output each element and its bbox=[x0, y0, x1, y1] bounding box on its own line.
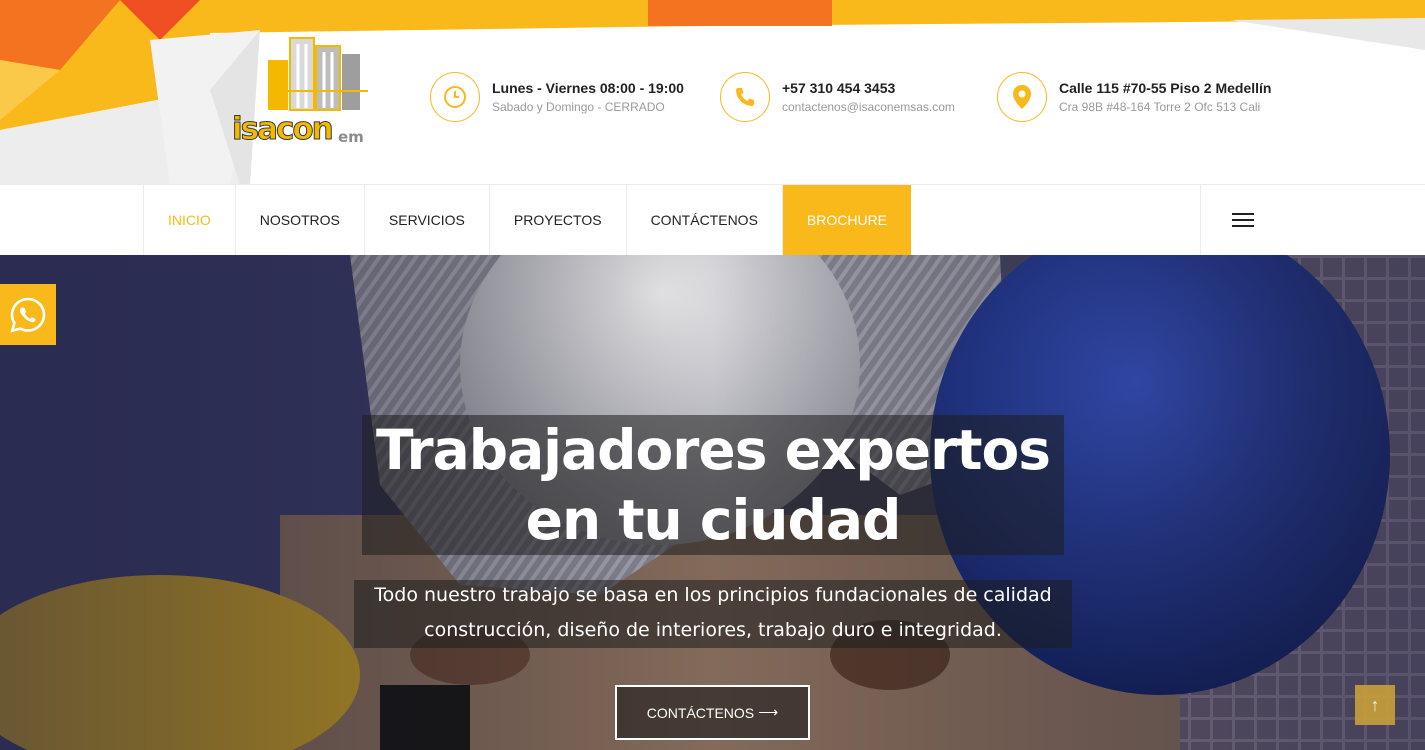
nav-item-contactenos[interactable]: CONTÁCTENOS bbox=[627, 185, 783, 255]
site-header: isacon em Lunes - Viernes 08:00 - 19:00 … bbox=[0, 0, 1425, 185]
nav-item-brochure[interactable]: BROCHURE bbox=[782, 185, 912, 255]
hours-subtitle: Sabado y Domingo - CERRADO bbox=[492, 99, 665, 114]
phone-icon bbox=[720, 72, 770, 122]
logo-suffix: em bbox=[338, 128, 364, 146]
info-address: Calle 115 #70-55 Piso 2 Medellín Cra 98B… bbox=[997, 72, 1271, 122]
map-pin-icon bbox=[997, 72, 1047, 122]
hero-subtitle-line-2: construcción, diseño de interiores, trab… bbox=[424, 619, 1002, 641]
hero-title-line-2: en tu ciudad bbox=[525, 488, 902, 552]
phone-number[interactable]: +57 310 454 3453 bbox=[782, 79, 955, 97]
address-main: Calle 115 #70-55 Piso 2 Medellín bbox=[1059, 79, 1272, 96]
back-to-top-button[interactable]: ↑ bbox=[1355, 685, 1395, 725]
info-hours: Lunes - Viernes 08:00 - 19:00 Sabado y D… bbox=[430, 72, 684, 122]
hero-slider: Trabajadores expertos en tu ciudad Todo … bbox=[0, 255, 1425, 750]
whatsapp-button[interactable] bbox=[0, 284, 56, 345]
hero-title: Trabajadores expertos en tu ciudad bbox=[350, 415, 1076, 555]
hamburger-menu-button[interactable] bbox=[1200, 185, 1285, 255]
main-navigation: INICIO NOSOTROS SERVICIOS PROYECTOS CONT… bbox=[0, 184, 1425, 255]
address-secondary: Cra 98B #48-164 Torre 2 Ofc 513 Cali bbox=[1059, 99, 1261, 114]
hero-contact-button-label: CONTÁCTENOS bbox=[646, 704, 755, 721]
info-phone: +57 310 454 3453 contactenos@isaconemsas… bbox=[720, 72, 955, 122]
hero-contact-button[interactable]: CONTÁCTENOS ⟶ bbox=[615, 685, 810, 740]
logo-buildings-icon bbox=[268, 37, 368, 111]
company-logo[interactable]: isacon em bbox=[228, 30, 368, 150]
clock-icon bbox=[430, 72, 480, 122]
hero-subtitle-line-1: Todo nuestro trabajo se basa en los prin… bbox=[374, 584, 1052, 606]
nav-item-proyectos[interactable]: PROYECTOS bbox=[490, 185, 627, 255]
arrow-right-icon: ⟶ bbox=[758, 704, 779, 720]
nav-menu: INICIO NOSOTROS SERVICIOS PROYECTOS CONT… bbox=[143, 185, 912, 255]
nav-item-servicios[interactable]: SERVICIOS bbox=[365, 185, 490, 255]
hamburger-icon bbox=[1232, 213, 1254, 227]
nav-item-nosotros[interactable]: NOSOTROS bbox=[236, 185, 365, 255]
hero-subtitle: Todo nuestro trabajo se basa en los prin… bbox=[340, 578, 1086, 648]
nav-item-inicio[interactable]: INICIO bbox=[144, 185, 236, 255]
whatsapp-icon bbox=[10, 297, 46, 333]
arrow-up-icon: ↑ bbox=[1370, 694, 1380, 715]
logo-wordmark: isacon bbox=[232, 111, 335, 147]
email-address[interactable]: contactenos@isaconemsas.com bbox=[782, 98, 955, 116]
hours-title: Lunes - Viernes 08:00 - 19:00 bbox=[492, 79, 684, 96]
hero-title-line-1: Trabajadores expertos bbox=[375, 418, 1051, 482]
